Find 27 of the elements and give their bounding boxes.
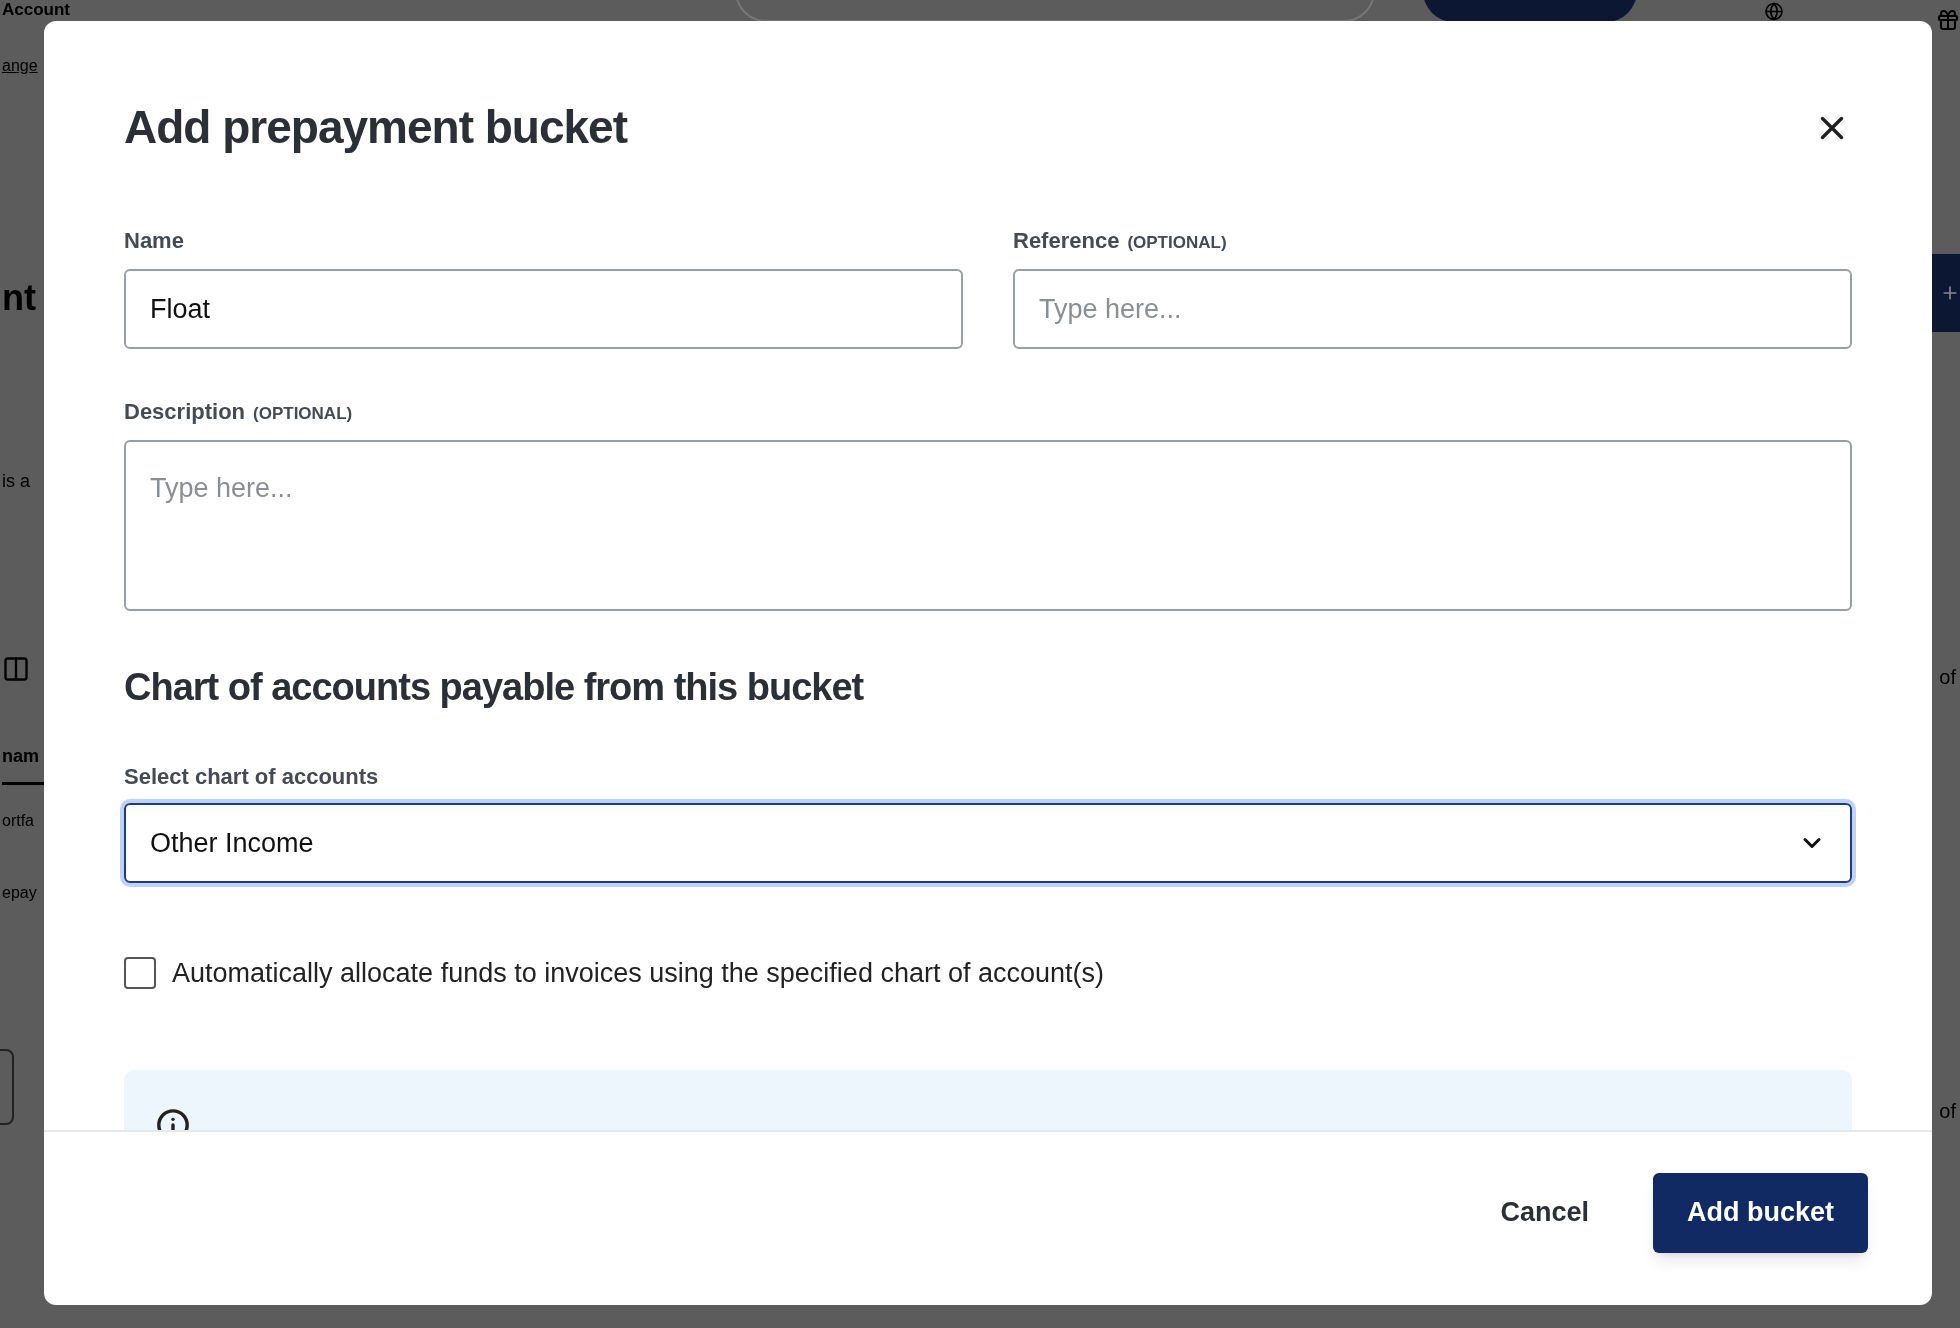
column-header: nam (2, 745, 39, 768)
description-field[interactable]: Type here... (124, 440, 1852, 611)
columns-icon[interactable] (2, 655, 30, 683)
optional-tag: (OPTIONAL) (253, 401, 353, 427)
checkbox[interactable] (124, 957, 156, 990)
modal-title: Add prepayment bucket (124, 100, 627, 155)
field-label: Reference (1013, 227, 1120, 255)
body-text: of (1939, 1099, 1957, 1124)
checkbox-label: Automatically allocate funds to invoices using the specified chart of account(s) (172, 957, 1104, 990)
body-text: of (1939, 665, 1957, 690)
section-title: Chart of accounts payable from this bucket (124, 665, 865, 710)
gift-icon[interactable] (1936, 8, 1960, 32)
section-title: nt (2, 278, 36, 318)
primary-button[interactable]: Add bucket (1653, 1172, 1868, 1253)
input-field[interactable]: Float (124, 269, 963, 349)
table-cell-text: ortfa (2, 811, 34, 831)
field-label: Select chart of accounts (124, 763, 380, 791)
page-heading: Account (2, 0, 70, 20)
outlined-button[interactable] (0, 1049, 14, 1125)
field-label: Description (124, 398, 246, 426)
table-cell-text: epay (2, 883, 37, 903)
input-field[interactable]: Type here... (1013, 269, 1852, 349)
body-text: is a (2, 470, 30, 493)
field-label: Name (124, 227, 184, 255)
cancel-button[interactable]: Cancel (1494, 1172, 1595, 1253)
add-button[interactable] (1932, 254, 1960, 332)
optional-tag: (OPTIONAL) (1127, 230, 1227, 256)
